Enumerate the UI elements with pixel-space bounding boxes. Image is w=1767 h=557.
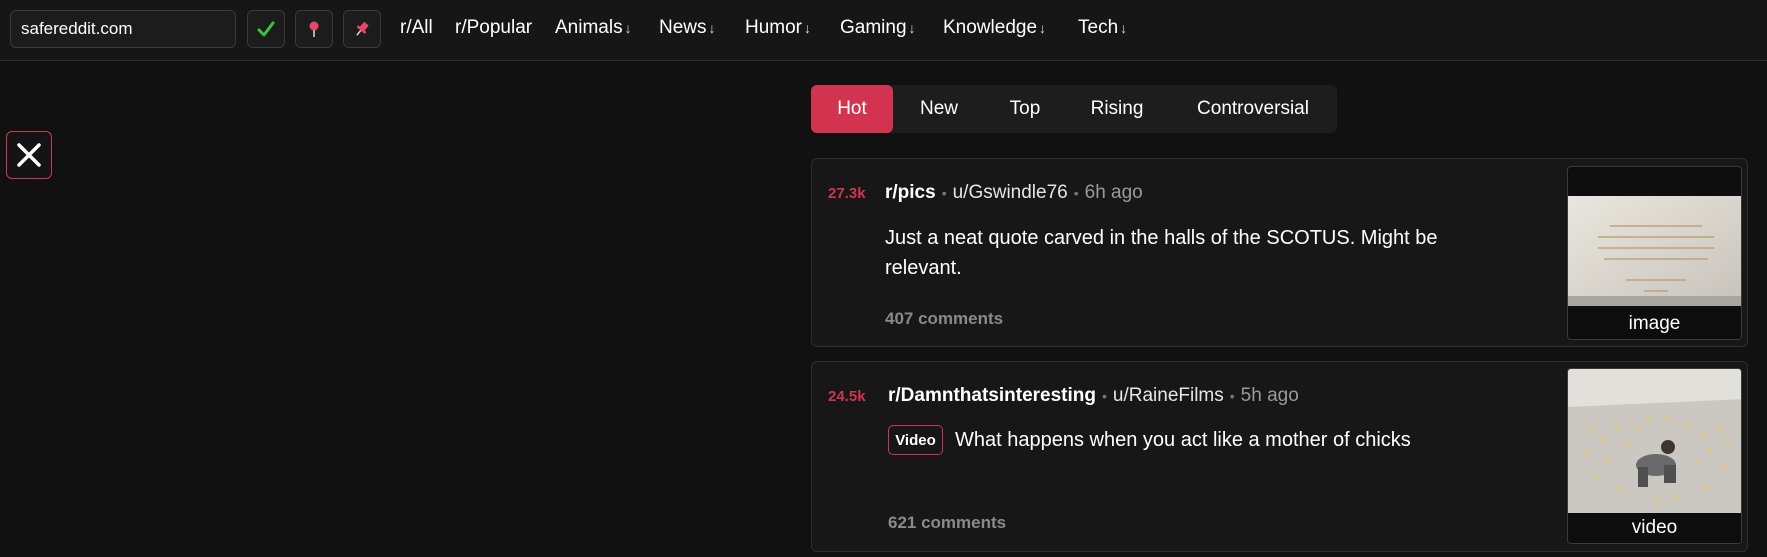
close-icon: [17, 143, 41, 167]
close-button[interactable]: [6, 131, 52, 179]
pin-button[interactable]: [295, 10, 333, 48]
thumbnail-image: [1568, 369, 1741, 515]
post-title[interactable]: What happens when you act like a mother …: [955, 425, 1515, 455]
separator-dot: •: [1073, 185, 1079, 201]
nav-label: Animals: [555, 17, 623, 38]
tab-rising[interactable]: Rising: [1065, 85, 1169, 133]
separator-dot: •: [941, 185, 947, 201]
subreddit-link[interactable]: r/pics: [885, 182, 936, 204]
top-bar: r/All r/Popular Animals↓ News↓ Humor↓ Ga…: [0, 0, 1767, 61]
check-button[interactable]: [247, 10, 285, 48]
user-link[interactable]: u/RaineFilms: [1113, 385, 1224, 407]
arrow-down-icon: ↓: [1039, 20, 1047, 36]
nav-knowledge[interactable]: Knowledge ↓: [943, 17, 1046, 39]
comments-link[interactable]: 407 comments: [885, 309, 1003, 329]
tab-top[interactable]: Top: [985, 85, 1065, 133]
comments-link[interactable]: 621 comments: [888, 513, 1006, 533]
post-score: 27.3k: [828, 185, 866, 202]
thumbnail-image: [1568, 196, 1741, 306]
check-icon: [257, 21, 275, 37]
arrow-down-icon: ↓: [1120, 20, 1128, 36]
user-link[interactable]: u/Gswindle76: [953, 182, 1068, 204]
pushpin-icon: [356, 22, 369, 36]
nav-news[interactable]: News ↓: [659, 17, 716, 39]
nav-animals[interactable]: Animals ↓: [555, 17, 632, 39]
post-time: 6h ago: [1084, 182, 1143, 203]
pushpin-button[interactable]: [343, 10, 381, 48]
sort-tabs: Hot New Top Rising Controversial: [811, 85, 1337, 133]
tab-new[interactable]: New: [893, 85, 985, 133]
nav-humor[interactable]: Humor ↓: [745, 17, 811, 39]
domain-input[interactable]: [10, 10, 236, 48]
nav-label: Tech: [1078, 17, 1119, 38]
nav-r-all[interactable]: r/All: [400, 17, 433, 39]
arrow-down-icon: ↓: [708, 20, 716, 36]
subreddit-link[interactable]: r/Damnthatsinteresting: [888, 385, 1096, 407]
arrow-down-icon: ↓: [804, 20, 812, 36]
arrow-down-icon: ↓: [624, 20, 632, 36]
arrow-down-icon: ↓: [908, 20, 916, 36]
post-score: 24.5k: [828, 388, 866, 405]
nav-label: Knowledge: [943, 17, 1038, 38]
nav-label: Gaming: [840, 17, 907, 38]
nav-label: News: [659, 17, 707, 38]
nav-gaming[interactable]: Gaming ↓: [840, 17, 916, 39]
separator-dot: •: [1229, 388, 1235, 404]
pin-icon: [309, 21, 319, 37]
separator-dot: •: [1101, 388, 1107, 404]
thumbnail-caption: video: [1568, 513, 1741, 543]
tab-hot[interactable]: Hot: [811, 85, 893, 133]
nav-r-popular[interactable]: r/Popular: [455, 17, 532, 39]
nav-tech[interactable]: Tech ↓: [1078, 17, 1127, 39]
nav-label: r/All: [400, 17, 433, 38]
post-meta: r/pics • u/Gswindle76 • 6h ago: [885, 182, 1143, 204]
post-title[interactable]: Just a neat quote carved in the halls of…: [885, 223, 1505, 283]
post-thumbnail[interactable]: image: [1567, 166, 1742, 340]
nav-label: Humor: [745, 17, 803, 38]
post-card[interactable]: 27.3k r/pics • u/Gswindle76 • 6h ago Jus…: [811, 158, 1748, 347]
post-card[interactable]: 24.5k r/Damnthatsinteresting • u/RaineFi…: [811, 361, 1748, 552]
thumbnail-caption: image: [1568, 309, 1741, 339]
post-thumbnail[interactable]: video: [1567, 368, 1742, 544]
post-time: 5h ago: [1240, 385, 1299, 406]
video-badge: Video: [888, 425, 943, 455]
nav-label: r/Popular: [455, 17, 533, 38]
post-meta: r/Damnthatsinteresting • u/RaineFilms • …: [888, 385, 1299, 407]
tab-controversial[interactable]: Controversial: [1169, 85, 1337, 133]
